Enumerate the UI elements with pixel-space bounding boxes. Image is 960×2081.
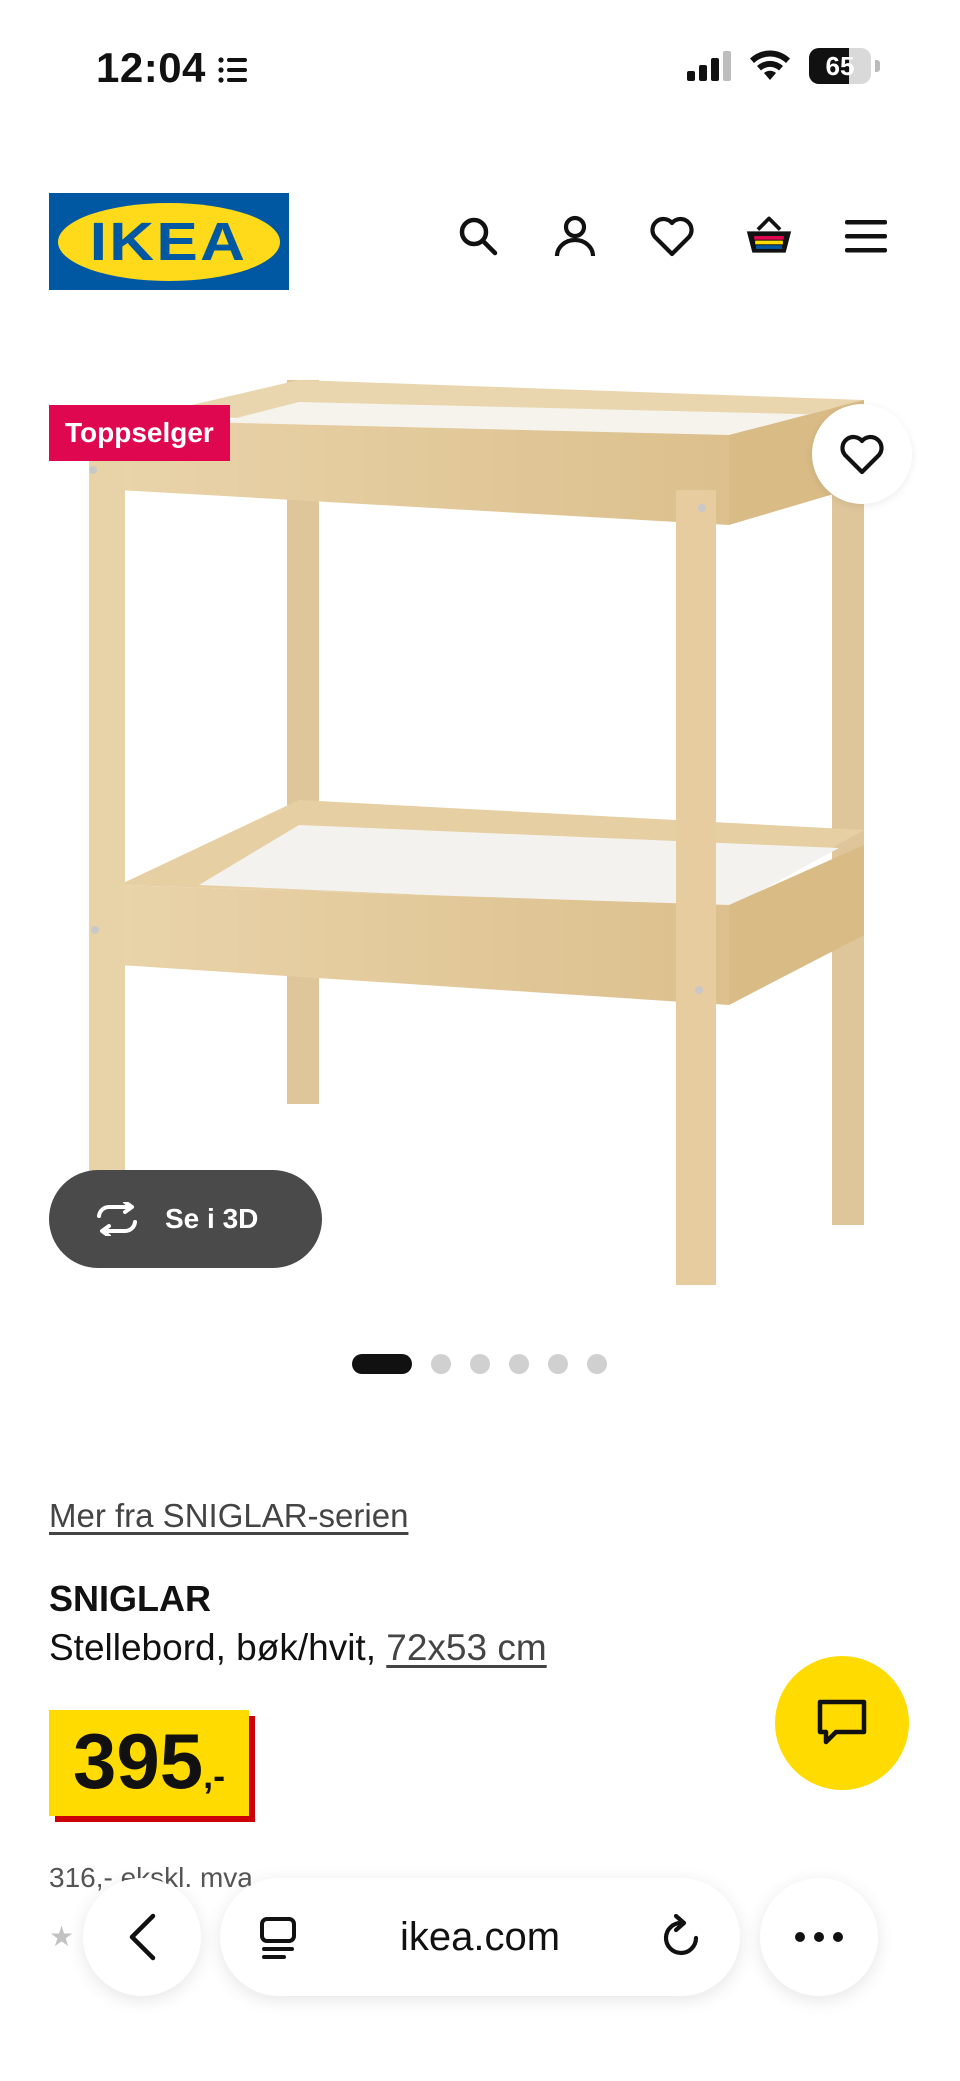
series-link[interactable]: Mer fra SNIGLAR-serien — [49, 1497, 408, 1535]
status-time: 12:04 — [96, 44, 206, 91]
product-description: Stellebord, bøk/hvit, 72x53 cm — [49, 1627, 547, 1669]
rotate-3d-icon — [97, 1202, 137, 1236]
product-image[interactable] — [49, 360, 911, 1310]
image-carousel-dots — [352, 1354, 607, 1374]
bestseller-badge: Toppselger — [49, 405, 230, 461]
battery-indicator: 65 — [809, 48, 871, 84]
chat-button[interactable] — [775, 1656, 909, 1790]
basket-icon[interactable] — [745, 212, 793, 260]
status-indicators: 65 — [687, 48, 880, 84]
signal-icon — [687, 51, 731, 81]
ikea-logo[interactable]: IKEA — [49, 193, 289, 290]
heart-icon[interactable] — [648, 212, 696, 260]
view-in-3d-button[interactable]: Se i 3D — [49, 1170, 322, 1268]
logo-oval: IKEA — [58, 202, 280, 281]
battery-cap — [875, 60, 880, 72]
chat-icon — [817, 1699, 867, 1745]
carousel-dot[interactable] — [548, 1354, 568, 1374]
carousel-dot[interactable] — [352, 1354, 412, 1374]
menu-icon[interactable] — [842, 212, 890, 260]
carousel-dot[interactable] — [509, 1354, 529, 1374]
view-in-3d-label: Se i 3D — [165, 1203, 259, 1234]
search-icon[interactable] — [454, 212, 502, 260]
ellipsis-icon — [795, 1932, 843, 1942]
back-button[interactable] — [83, 1878, 201, 1996]
carousel-dot[interactable] — [431, 1354, 451, 1374]
account-icon[interactable] — [551, 212, 599, 260]
chevron-left-icon — [129, 1913, 156, 1961]
price-tag: 395 ,- — [49, 1710, 250, 1816]
product-name: SNIGLAR — [49, 1578, 211, 1619]
product-type: Stellebord, bøk/hvit, — [49, 1627, 387, 1668]
site-header: IKEA — [0, 190, 960, 290]
list-icon — [218, 57, 247, 83]
price-value: 395 — [73, 1717, 204, 1805]
header-actions — [454, 212, 890, 260]
more-options-button[interactable] — [760, 1878, 878, 1996]
heart-icon — [840, 434, 884, 475]
address-bar[interactable]: ikea.com — [220, 1878, 740, 1996]
product-dimensions-link[interactable]: 72x53 cm — [386, 1627, 546, 1668]
battery-level: 65 — [825, 50, 855, 81]
add-to-favourites-button[interactable] — [812, 404, 912, 504]
carousel-dot[interactable] — [470, 1354, 490, 1374]
wifi-icon — [750, 50, 790, 80]
logo-text: IKEA — [90, 211, 248, 272]
reload-icon[interactable] — [660, 1914, 704, 1960]
carousel-dot[interactable] — [587, 1354, 607, 1374]
status-bar: 12:04 65 — [0, 0, 960, 140]
browser-toolbar: ikea.com — [0, 1878, 960, 1998]
price-suffix: ,- — [203, 1755, 226, 1796]
